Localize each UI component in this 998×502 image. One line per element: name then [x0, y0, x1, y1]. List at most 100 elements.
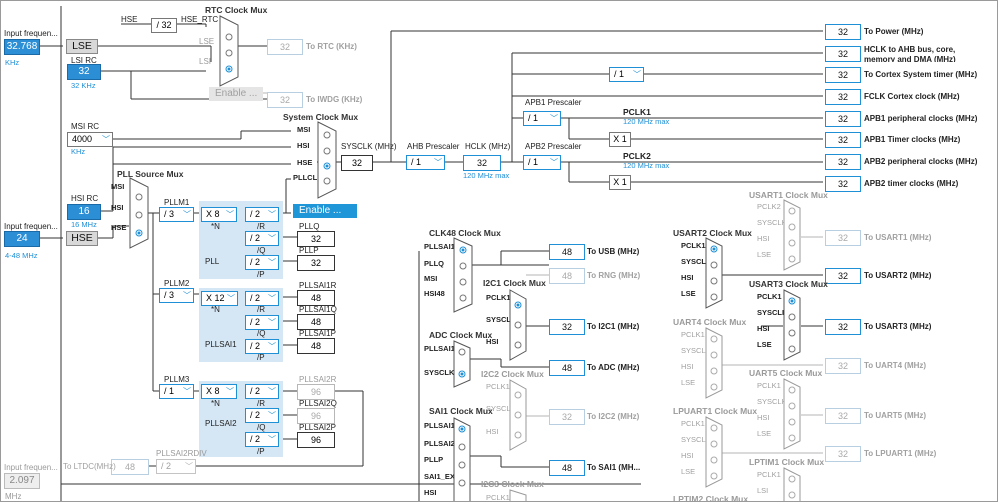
- pll-enable-button[interactable]: Enable ...: [293, 204, 357, 218]
- usart2-hsi: HSI: [681, 273, 694, 282]
- usart3-lse: LSE: [757, 340, 772, 349]
- pllm2-dropdown[interactable]: / 3 ﹀: [159, 288, 194, 303]
- pllr-dropdown[interactable]: / 2 ﹀: [245, 207, 279, 222]
- pll-source-mux[interactable]: [129, 177, 149, 249]
- pllsai2q-dropdown[interactable]: / 2 ﹀: [245, 408, 279, 423]
- pllsai2q-value: / 2: [250, 410, 261, 420]
- usart1-mux[interactable]: [783, 199, 801, 271]
- hsi-value: 16: [67, 204, 101, 220]
- pllsai2p-dropdown[interactable]: / 2 ﹀: [245, 432, 279, 447]
- sysclk-value: 32: [341, 155, 373, 171]
- rtc-enable-button[interactable]: Enable ...: [209, 87, 263, 101]
- sai1-mux[interactable]: [453, 417, 471, 502]
- sysmux-hse: HSE: [297, 158, 313, 167]
- uart5-mux[interactable]: [783, 378, 801, 450]
- usart3-hsi: HSI: [757, 324, 770, 333]
- pclk1-max: 120 MHz max: [623, 117, 670, 126]
- pllsai2q-out-value: 96: [297, 408, 335, 424]
- pllsai2n-dropdown[interactable]: X 8 ﹀: [201, 384, 237, 399]
- hse-source[interactable]: HSE: [66, 231, 98, 246]
- i2c1-clock-label: To I2C1 (MHz): [587, 322, 640, 331]
- hsi-label: HSI RC: [71, 194, 99, 203]
- chevron-down-icon: ﹀: [102, 135, 110, 144]
- apb2-prescaler-dropdown[interactable]: / 1 ﹀: [523, 155, 561, 170]
- msi-range-value: 4000: [72, 134, 93, 144]
- usart3-clock-value: 32: [825, 319, 861, 335]
- rtc-hse-rtc-label: HSE_RTC: [181, 15, 219, 24]
- ltdc-output-value: 48: [111, 459, 149, 475]
- chevron-down-icon: ﹀: [633, 70, 641, 79]
- pllp-dropdown[interactable]: / 2 ﹀: [245, 255, 279, 270]
- pllm1-dropdown[interactable]: / 3 ﹀: [159, 207, 194, 222]
- chevron-down-icon: ﹀: [226, 210, 234, 219]
- adc-mux[interactable]: [453, 340, 471, 388]
- cortex-timer-divider-dropdown[interactable]: / 1 ﹀: [609, 67, 644, 82]
- usart3-mux[interactable]: [783, 289, 801, 361]
- pllq-dropdown[interactable]: / 2 ﹀: [245, 231, 279, 246]
- lpuart1-clock-label: To LPUART1 (MHz): [864, 449, 937, 458]
- apb1-prescaler-dropdown[interactable]: / 1 ﹀: [523, 111, 561, 126]
- i2c2-mux[interactable]: [509, 379, 527, 451]
- usart2-mux[interactable]: [705, 237, 723, 309]
- pllq-value: / 2: [250, 233, 261, 243]
- lsi-value: 32: [67, 64, 101, 80]
- sai1-mux-title: SAI1 Clock Mux: [429, 406, 493, 416]
- i2c1-mux-title: I2C1 Clock Mux: [483, 278, 546, 288]
- pllsai1n-dropdown[interactable]: X 12 ﹀: [201, 291, 238, 306]
- i2c3-pclk1: PCLK1: [486, 493, 510, 502]
- ltdc-div-dropdown[interactable]: / 2 ﹀: [156, 459, 196, 474]
- apb2-prescaler-label: APB2 Prescaler: [525, 142, 582, 151]
- lse-frequency-input[interactable]: 32.768: [4, 39, 40, 55]
- pll-source-hse: HSE: [111, 223, 127, 232]
- rng-clock-value: 48: [549, 268, 585, 284]
- pllsai1r-dropdown[interactable]: / 2 ﹀: [245, 291, 279, 306]
- lse-source[interactable]: LSE: [66, 39, 98, 54]
- rtc-mux-title: RTC Clock Mux: [205, 5, 268, 15]
- apb2-timer-value: 32: [825, 176, 861, 192]
- pclk1-label: PCLK1: [623, 107, 651, 117]
- i2c3-mux[interactable]: [509, 489, 527, 502]
- rng-clock-label: To RNG (MHz): [587, 271, 641, 280]
- rtc-hse-divider: / 32: [151, 18, 177, 33]
- ahb-prescaler-dropdown[interactable]: / 1 ﹀: [406, 155, 445, 170]
- pllm3-dropdown[interactable]: / 1 ﹀: [159, 384, 194, 399]
- hse-frequency-input[interactable]: 24: [4, 231, 40, 247]
- ext-frequency-input[interactable]: 2.097: [4, 473, 40, 489]
- plln-dropdown[interactable]: X 8 ﹀: [201, 207, 237, 222]
- sai1-pllp: PLLP: [424, 455, 444, 464]
- pllsai1p-dropdown[interactable]: / 2 ﹀: [245, 339, 279, 354]
- pllsai2r-value: / 2: [250, 386, 261, 396]
- sai1-hsi: HSI: [424, 488, 437, 497]
- i2c2-clock-value: 32: [549, 409, 585, 425]
- pllsai1q-dropdown[interactable]: / 2 ﹀: [245, 315, 279, 330]
- hclk-value[interactable]: 32: [463, 155, 501, 171]
- lptim1-mux[interactable]: [783, 467, 801, 502]
- lptim1-lsi: LSI: [757, 486, 769, 495]
- system-clock-mux[interactable]: [317, 121, 337, 199]
- clock-tree-canvas: Input frequen... 32.768 KHz LSE LSI RC 3…: [0, 0, 998, 502]
- pllsai1r-out-value: 48: [297, 290, 335, 306]
- usb-clock-value: 48: [549, 244, 585, 260]
- i2c1-clock-value: 32: [549, 319, 585, 335]
- pllsai1p-sub: /P: [257, 353, 265, 362]
- chevron-down-icon: ﹀: [268, 234, 276, 243]
- sai1-clock-label: To SAI1 (MH...: [587, 463, 641, 472]
- adc-sysclk: SYSCLK: [424, 368, 455, 377]
- pllm3-value: / 1: [164, 386, 175, 396]
- apb1-timer-value: 32: [825, 132, 861, 148]
- clk48-mux[interactable]: [453, 237, 473, 313]
- pllsai2r-dropdown[interactable]: / 2 ﹀: [245, 384, 279, 399]
- chevron-down-icon: ﹀: [183, 291, 191, 300]
- lpuart1-lse: LSE: [681, 467, 696, 476]
- i2c1-mux[interactable]: [509, 289, 527, 361]
- pll-source-msi: MSI: [111, 182, 125, 191]
- apb1-peripheral-value: 32: [825, 111, 861, 127]
- usart2-lse: LSE: [681, 289, 696, 298]
- ahb-prescaler-label: AHB Prescaler: [407, 142, 460, 151]
- sysmux-hsi: HSI: [297, 141, 310, 150]
- msi-range-dropdown[interactable]: 4000 ﹀: [67, 132, 113, 147]
- lpuart1-mux[interactable]: [705, 416, 723, 488]
- uart4-mux[interactable]: [705, 327, 723, 399]
- rtc-mux[interactable]: [219, 15, 239, 87]
- usart1-pclk2: PCLK2: [757, 202, 781, 211]
